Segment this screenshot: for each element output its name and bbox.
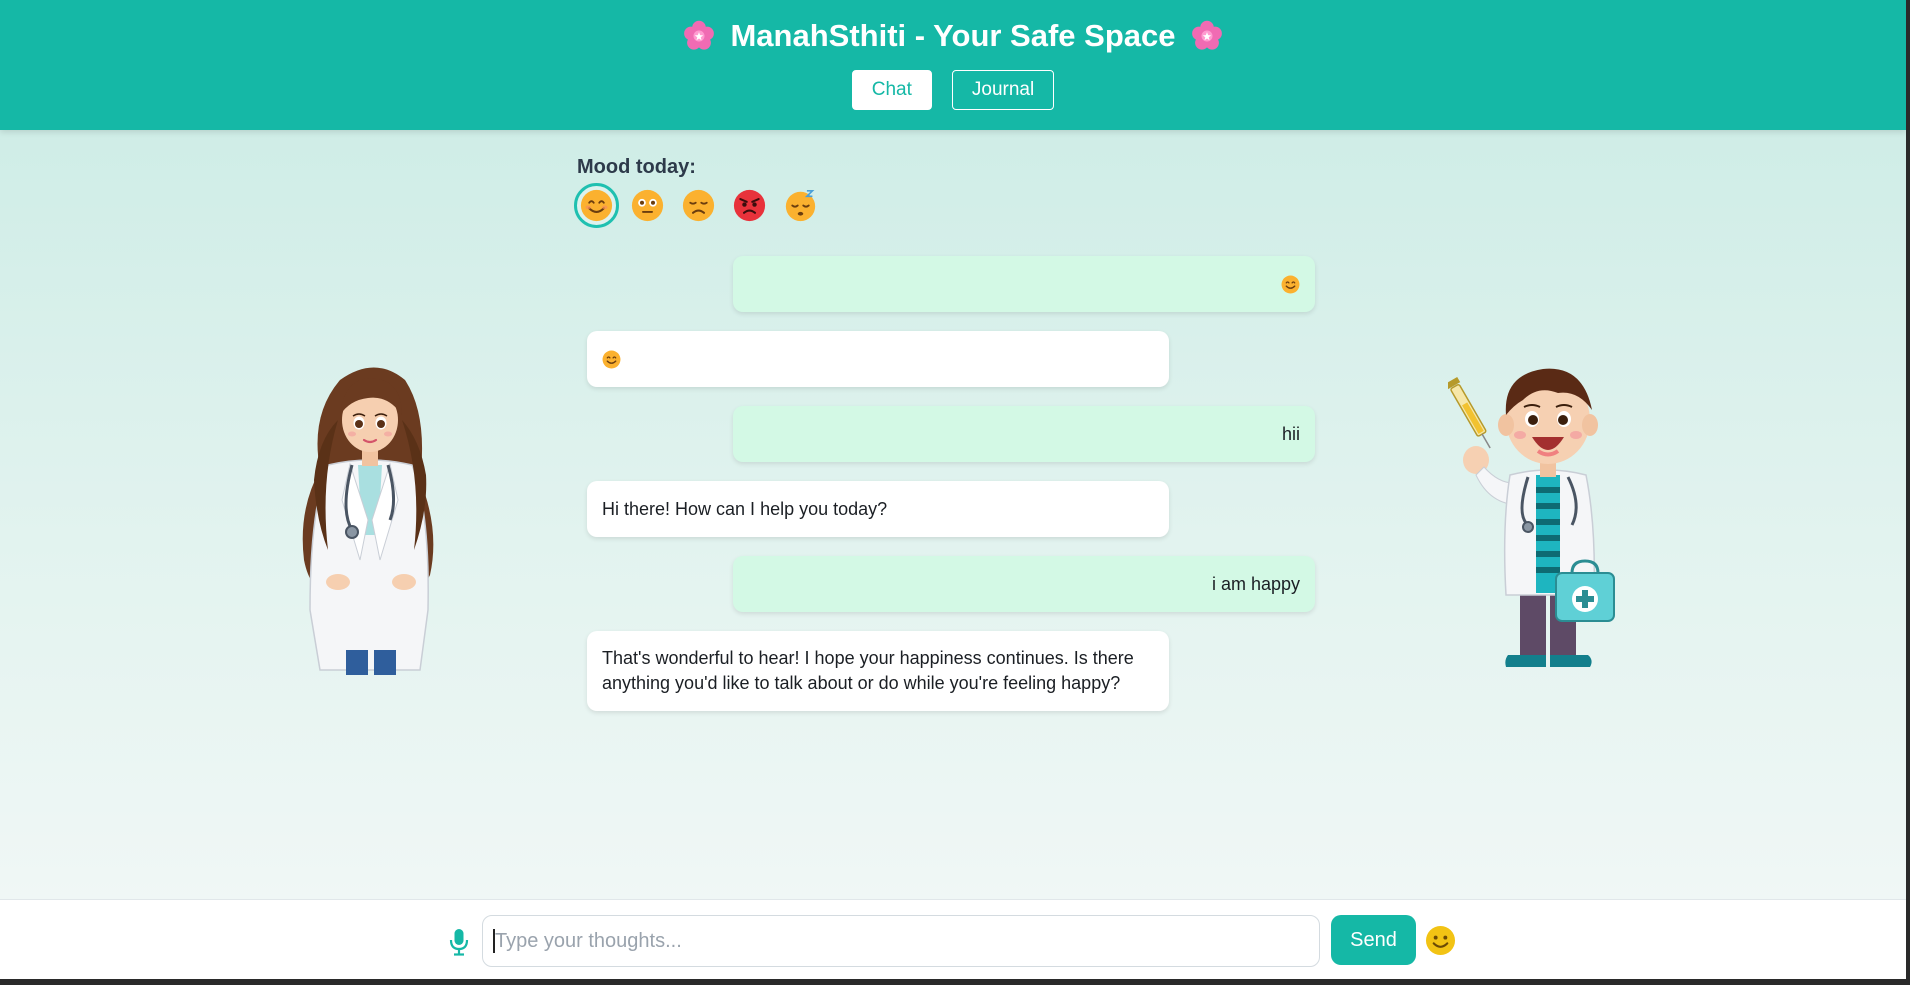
bot-message xyxy=(587,331,1169,387)
user-message: hii xyxy=(733,406,1315,462)
microphone-icon[interactable] xyxy=(448,928,470,956)
mood-sad-button[interactable] xyxy=(676,183,721,228)
flushed-face-icon xyxy=(631,189,664,222)
cherry-blossom-icon xyxy=(684,20,715,50)
smiling-face-icon xyxy=(580,189,613,222)
message-input[interactable] xyxy=(482,915,1320,967)
smiling-face-icon xyxy=(1281,275,1300,293)
app-title-text: ManahSthiti - Your Safe Space xyxy=(730,18,1176,53)
tab-bar: Chat Journal xyxy=(0,70,1906,110)
user-message xyxy=(733,256,1315,312)
tab-chat[interactable]: Chat xyxy=(851,70,932,110)
text-cursor xyxy=(493,929,495,953)
mood-neutral-button[interactable] xyxy=(625,183,670,228)
tab-journal[interactable]: Journal xyxy=(951,70,1055,110)
angry-face-icon xyxy=(733,189,766,222)
mood-happy-button[interactable] xyxy=(574,183,619,228)
app-window: ManahSthiti - Your Safe Space Chat Journ… xyxy=(0,0,1906,979)
bot-message: Hi there! How can I help you today? xyxy=(587,481,1169,537)
mood-label: Mood today: xyxy=(577,156,696,178)
user-message: i am happy xyxy=(733,556,1315,612)
female-doctor-illustration xyxy=(302,367,434,675)
cherry-blossom-icon xyxy=(1191,20,1222,50)
bot-message: That's wonderful to hear! I hope your ha… xyxy=(587,631,1169,711)
emoji-picker-icon[interactable] xyxy=(1425,925,1456,956)
message-text: i am happy xyxy=(1211,573,1300,594)
message-text: hii xyxy=(1281,423,1300,444)
mood-selector xyxy=(574,183,823,228)
send-button[interactable]: Send xyxy=(1331,915,1416,965)
header-bar: ManahSthiti - Your Safe Space Chat Journ… xyxy=(0,0,1906,130)
mood-sleepy-button[interactable] xyxy=(778,183,823,228)
smiling-face-icon xyxy=(602,350,621,368)
mood-angry-button[interactable] xyxy=(727,183,772,228)
message-text: Hi there! How can I help you today? xyxy=(602,498,888,519)
message-text: That's wonderful to hear! I hope your ha… xyxy=(602,648,1134,693)
sleepy-face-icon xyxy=(785,190,816,222)
sad-face-icon xyxy=(682,189,715,222)
boy-doctor-illustration xyxy=(1448,368,1615,667)
app-title: ManahSthiti - Your Safe Space xyxy=(0,18,1906,54)
